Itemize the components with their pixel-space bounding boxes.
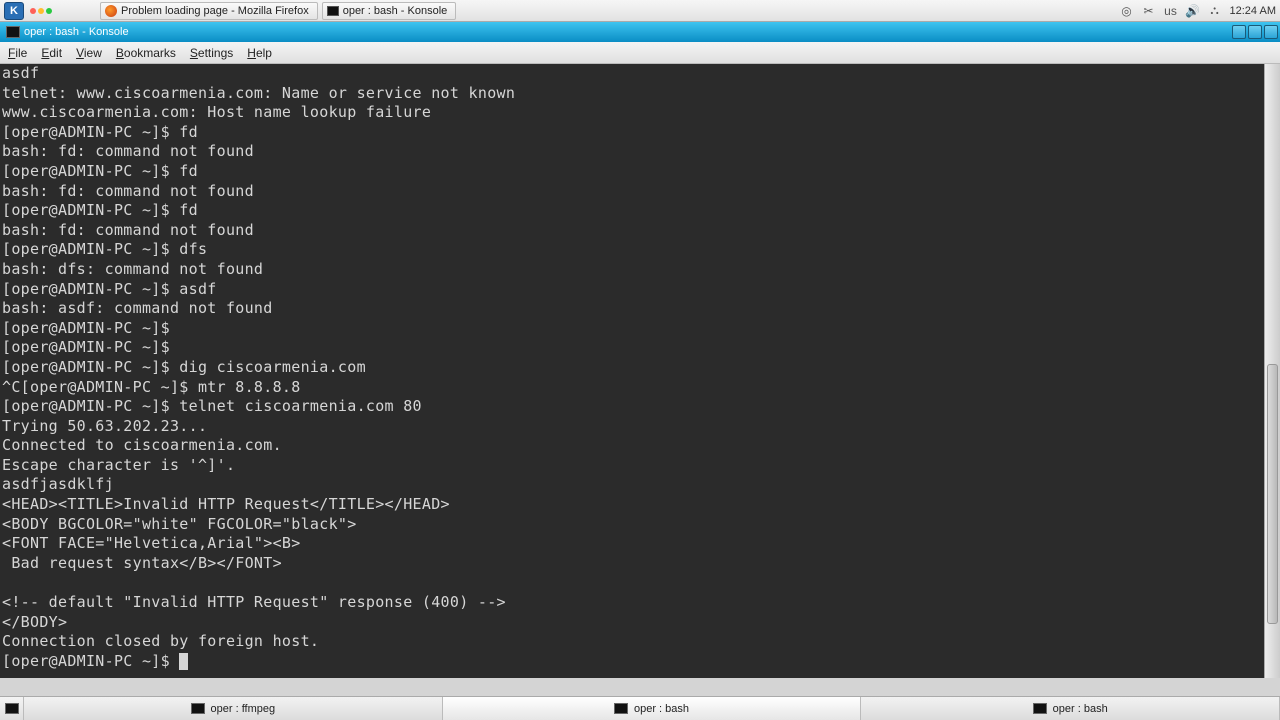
scrollbar-thumb[interactable] [1267, 364, 1278, 624]
konsole-tab-3[interactable]: oper : bash [861, 697, 1280, 720]
tab-label: oper : ffmpeg [211, 703, 276, 715]
window-minimize-button[interactable] [1232, 25, 1246, 39]
terminal-icon [614, 703, 628, 714]
window-maximize-button[interactable] [1248, 25, 1262, 39]
window-titlebar[interactable]: oper : bash - Konsole [0, 22, 1280, 42]
taskbar-app-firefox[interactable]: Problem loading page - Mozilla Firefox [100, 2, 318, 20]
menu-settings[interactable]: Settings [190, 46, 233, 60]
terminal-icon [1033, 703, 1047, 714]
taskbar-app-label: Problem loading page - Mozilla Firefox [121, 5, 309, 17]
menubar: File Edit View Bookmarks Settings Help [0, 42, 1280, 64]
window-close-button[interactable] [1264, 25, 1278, 39]
konsole-icon [327, 6, 339, 16]
keyboard-layout-indicator[interactable]: us [1164, 4, 1178, 18]
updates-icon[interactable]: ⛬ [1208, 4, 1222, 18]
new-tab-button[interactable] [0, 697, 24, 720]
network-icon[interactable]: ◎ [1120, 4, 1134, 18]
konsole-tabbar: oper : ffmpeg oper : bash oper : bash [0, 696, 1280, 720]
window-title: oper : bash - Konsole [24, 26, 129, 38]
app-launcher-button[interactable]: K [4, 2, 24, 20]
konsole-icon [6, 26, 20, 38]
tab-label: oper : bash [634, 703, 689, 715]
konsole-tab-2[interactable]: oper : bash [443, 697, 862, 720]
tab-label: oper : bash [1053, 703, 1108, 715]
taskbar-app-konsole[interactable]: oper : bash - Konsole [322, 2, 457, 20]
terminal-scrollbar[interactable] [1264, 64, 1280, 678]
firefox-icon [105, 5, 117, 17]
terminal-cursor [179, 653, 188, 670]
konsole-tab-1[interactable]: oper : ffmpeg [24, 697, 443, 720]
clipboard-icon[interactable]: ✂ [1142, 4, 1156, 18]
terminal-icon [191, 703, 205, 714]
menu-view[interactable]: View [76, 46, 102, 60]
terminal-icon [5, 703, 19, 714]
system-tray: ◎ ✂ us 🔊 ⛬ 12:24 AM [1120, 4, 1276, 18]
menu-edit[interactable]: Edit [41, 46, 62, 60]
menu-file[interactable]: File [8, 46, 27, 60]
volume-icon[interactable]: 🔊 [1186, 4, 1200, 18]
clock[interactable]: 12:24 AM [1230, 5, 1276, 17]
menu-help[interactable]: Help [247, 46, 272, 60]
menu-bookmarks[interactable]: Bookmarks [116, 46, 176, 60]
os-taskbar: K Problem loading page - Mozilla Firefox… [0, 0, 1280, 22]
taskbar-app-label: oper : bash - Konsole [343, 5, 448, 17]
desktop-pager[interactable] [30, 8, 52, 14]
terminal-output[interactable]: asdf telnet: www.ciscoarmenia.com: Name … [0, 64, 1264, 678]
